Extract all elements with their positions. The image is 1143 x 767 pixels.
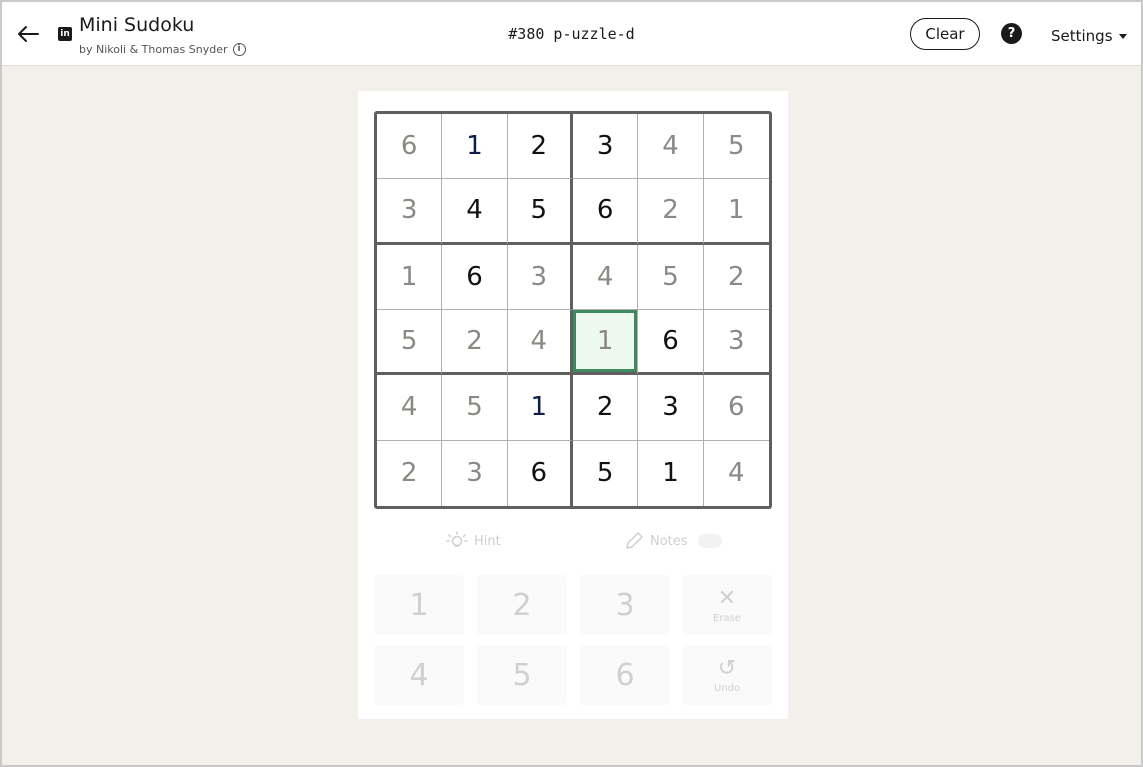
cell-r6-c2[interactable]: 3	[442, 440, 508, 506]
cell-r2-c6[interactable]: 1	[703, 179, 769, 245]
pencil-icon	[626, 532, 643, 549]
cell-r4-c4-selected[interactable]: 1	[573, 310, 639, 376]
clear-button[interactable]: Clear	[910, 18, 980, 50]
tool-row: Hint Notes	[374, 523, 772, 557]
cell-r5-c2[interactable]: 5	[442, 375, 508, 441]
cell-r4-c3[interactable]: 4	[507, 310, 573, 376]
cell-r3-c3[interactable]: 3	[507, 244, 573, 310]
cell-r2-c4[interactable]: 6	[573, 179, 639, 245]
cell-r3-c6[interactable]: 2	[703, 245, 769, 310]
cell-r5-c1[interactable]: 4	[377, 375, 443, 441]
info-icon[interactable]: i	[232, 43, 246, 56]
key-5[interactable]: 5	[477, 645, 567, 705]
cell-r4-c1[interactable]: 5	[377, 310, 443, 376]
notes-toggle[interactable]	[697, 534, 722, 548]
sudoku-grid: 6 1 2 3 4 5 3 4 5 6 2 1 1 6 3 4 5 2 5 2 …	[374, 111, 772, 509]
cell-r1-c2[interactable]: 1	[442, 114, 508, 180]
hint-label: Hint	[474, 533, 501, 549]
cell-r4-c6[interactable]: 3	[703, 310, 769, 376]
cell-r2-c3[interactable]: 5	[507, 179, 573, 245]
cell-r1-c5[interactable]: 4	[638, 114, 704, 180]
cell-r1-c4[interactable]: 3	[573, 114, 639, 180]
erase-button[interactable]: ✕ Erase	[682, 575, 772, 635]
cell-r6-c4[interactable]: 5	[573, 440, 639, 506]
help-icon[interactable]: ?	[1001, 23, 1022, 44]
cell-r4-c5[interactable]: 6	[638, 310, 704, 376]
erase-label: Erase	[713, 612, 741, 624]
undo-icon: ↺	[717, 655, 737, 681]
cell-r5-c5[interactable]: 3	[638, 375, 704, 441]
key-2[interactable]: 2	[477, 575, 567, 635]
cell-r2-c5[interactable]: 2	[638, 179, 704, 245]
cell-r3-c4[interactable]: 4	[573, 244, 639, 310]
undo-label: Undo	[713, 682, 741, 694]
key-6[interactable]: 6	[580, 645, 670, 705]
key-4[interactable]: 4	[374, 645, 464, 705]
cell-r6-c6[interactable]: 4	[704, 441, 769, 506]
key-1[interactable]: 1	[374, 575, 464, 635]
cell-r5-c3[interactable]: 1	[507, 375, 573, 441]
cell-r1-c3[interactable]: 2	[507, 114, 573, 180]
cell-r2-c1[interactable]: 3	[377, 179, 443, 245]
number-keypad: 1 2 3 ✕ Erase 4 5 6 ↺ Undo	[374, 575, 772, 705]
notes-label: Notes	[650, 533, 688, 549]
cell-r3-c2[interactable]: 6	[442, 244, 508, 310]
cell-r6-c5[interactable]: 1	[638, 440, 704, 506]
lightbulb-icon	[446, 531, 468, 547]
cell-r3-c1[interactable]: 1	[377, 244, 443, 310]
top-bar: in Mini Sudoku by Nikoli & Thomas Snyder…	[2, 2, 1141, 66]
cell-r1-c6[interactable]: 5	[703, 114, 769, 180]
cell-r6-c1[interactable]: 2	[377, 440, 443, 506]
notes-button[interactable]: Notes	[624, 531, 722, 551]
game-panel: 6 1 2 3 4 5 3 4 5 6 2 1 1 6 3 4 5 2 5 2 …	[358, 91, 788, 719]
cell-r2-c2[interactable]: 4	[442, 179, 508, 245]
chevron-down-icon	[1118, 33, 1127, 39]
cell-r4-c2[interactable]: 2	[442, 310, 508, 376]
settings-dropdown[interactable]: Settings	[1051, 27, 1127, 45]
settings-label: Settings	[1051, 27, 1113, 45]
undo-button[interactable]: ↺ Undo	[682, 645, 772, 705]
author-credit: by Nikoli & Thomas Snyder	[79, 43, 228, 56]
cell-r5-c4[interactable]: 2	[573, 375, 639, 441]
cell-r3-c5[interactable]: 5	[638, 244, 704, 310]
cell-r6-c3[interactable]: 6	[508, 440, 573, 506]
cell-r1-c1[interactable]: 6	[377, 114, 443, 180]
hint-button[interactable]: Hint	[446, 531, 501, 551]
app-subtitle: by Nikoli & Thomas Snyder i	[79, 43, 246, 56]
close-icon: ✕	[717, 585, 737, 611]
cell-r5-c6[interactable]: 6	[703, 375, 769, 441]
key-3[interactable]: 3	[580, 575, 670, 635]
